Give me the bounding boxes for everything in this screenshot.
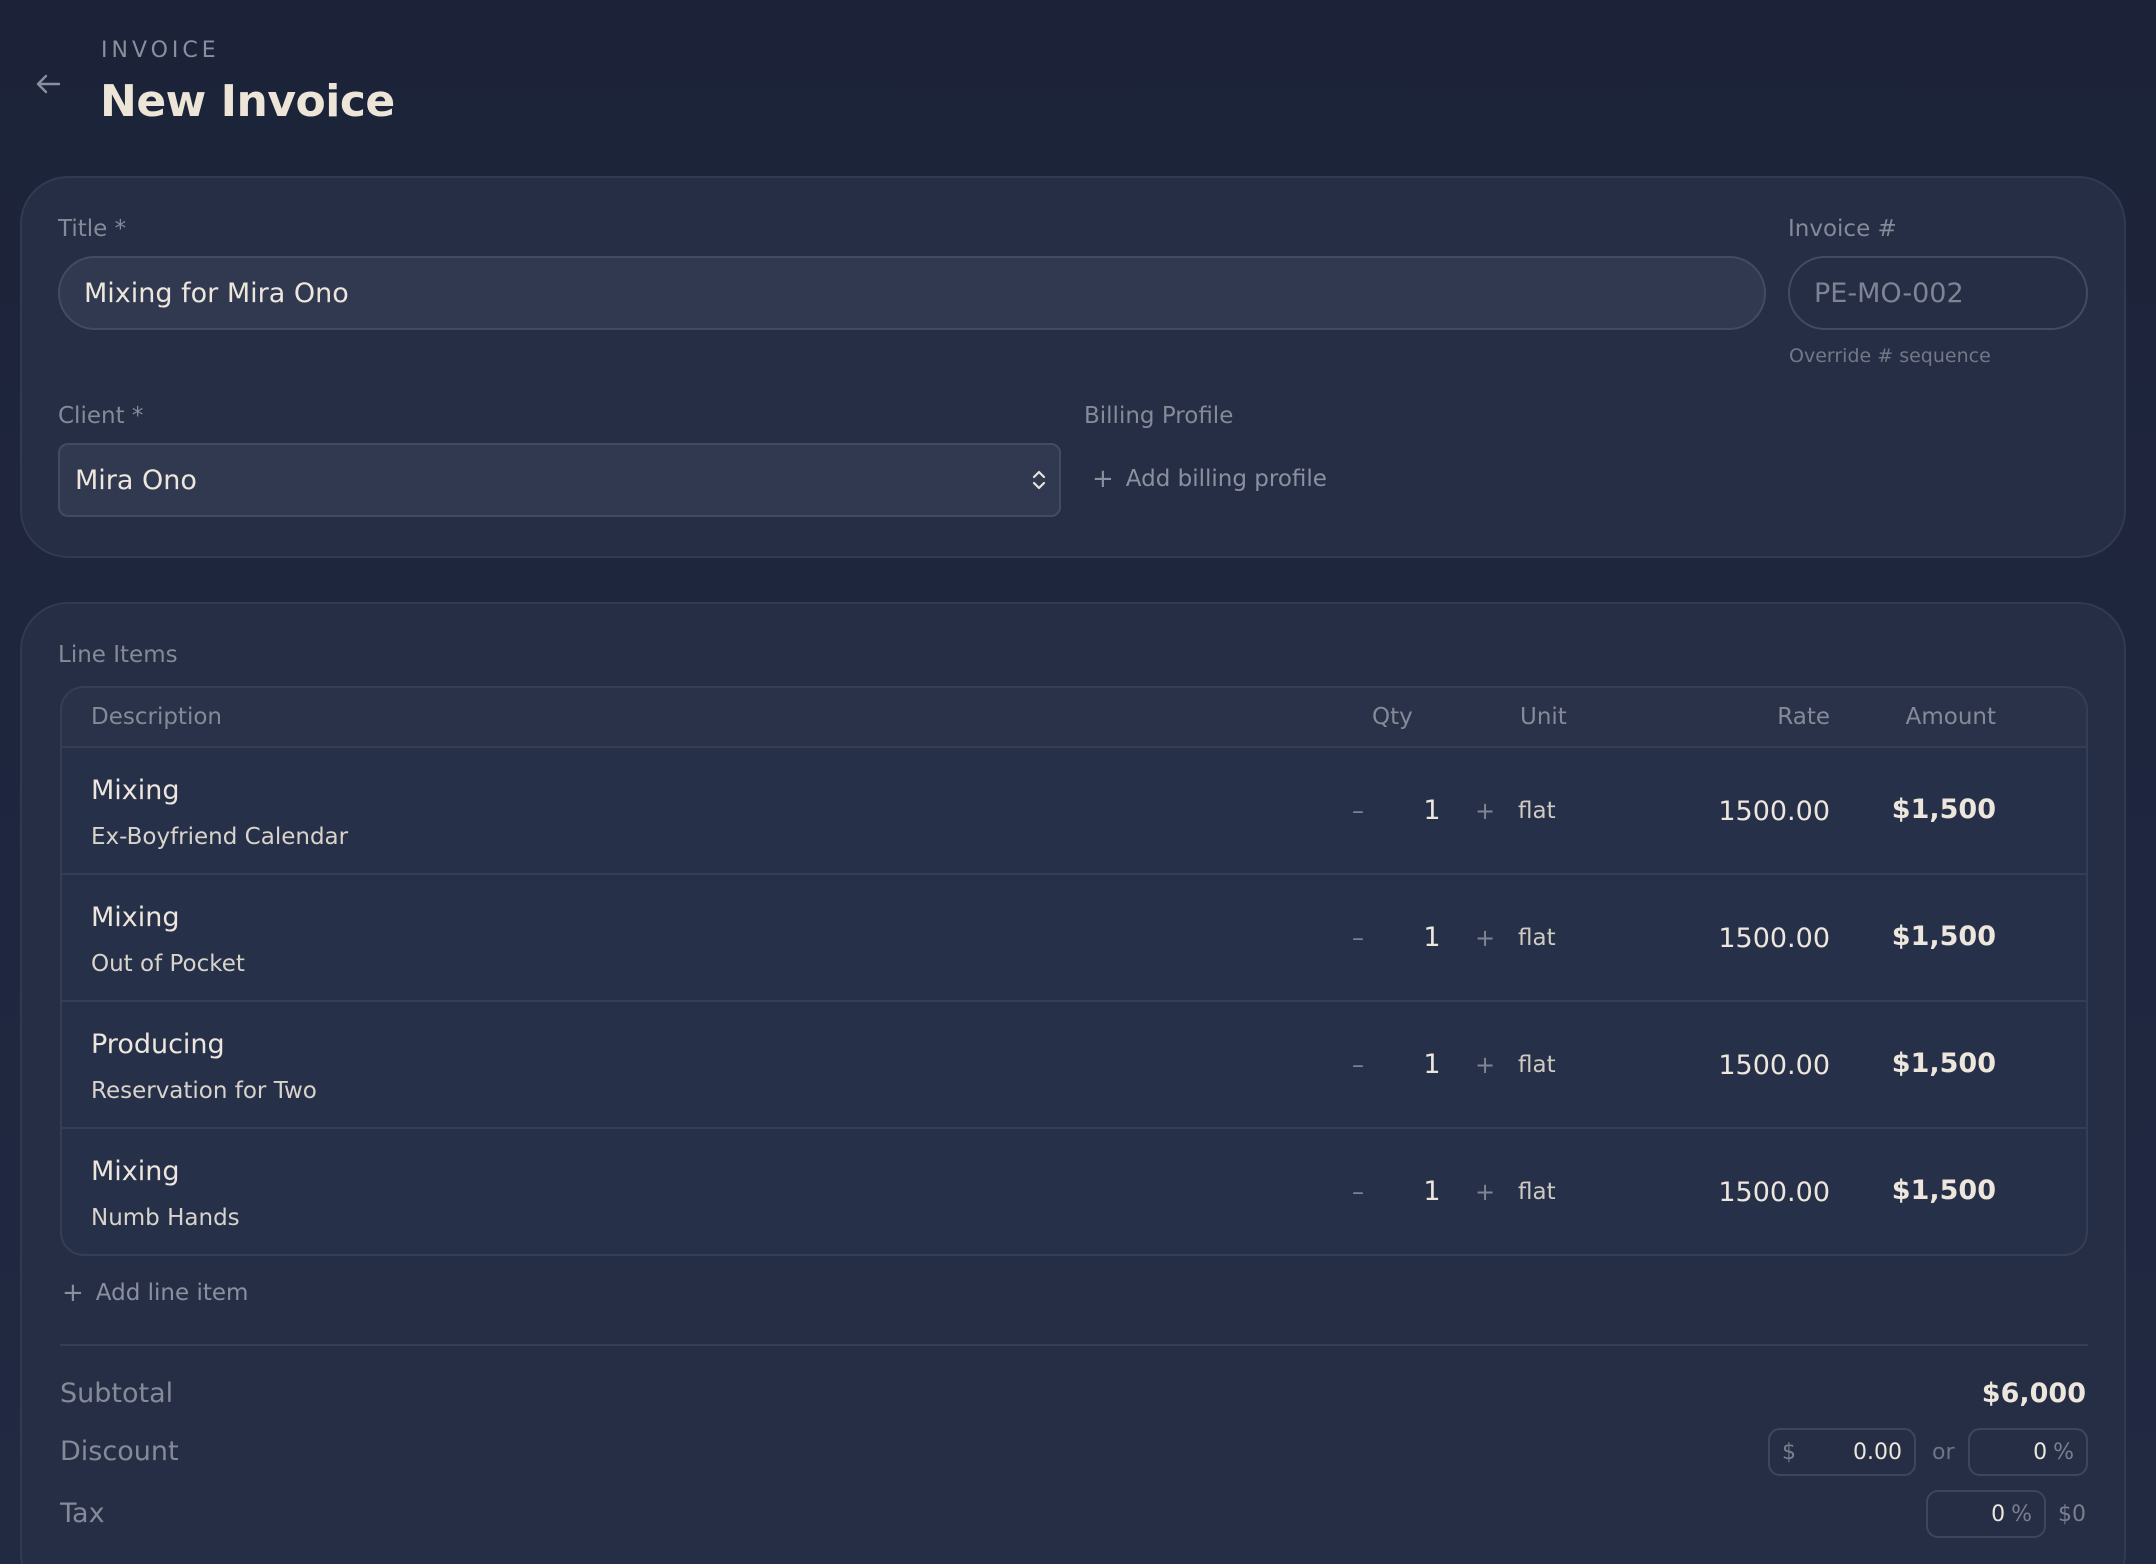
add-billing-profile-label: Add billing profile [1125,466,1327,492]
select-chevrons-icon [1032,470,1046,490]
table-row[interactable]: Mixing Numb Hands – 1 + flat 1500.00 $1,… [62,1129,2086,1254]
line-items-label: Line Items [58,642,178,668]
qty-decrement-button[interactable]: – [1345,1051,1371,1079]
item-service[interactable]: Mixing [91,902,180,933]
add-line-item-label: Add line item [95,1280,249,1306]
add-billing-profile-button[interactable]: + Add billing profile [1092,466,1327,492]
unit-value[interactable]: flat [1518,925,1556,951]
discount-amount-value: 0.00 [1853,1439,1902,1465]
title-input[interactable]: Mixing for Mira Ono [58,256,1766,330]
unit-value[interactable]: flat [1518,1179,1556,1205]
amount-value: $1,500 [1891,1175,1996,1206]
qty-decrement-button[interactable]: – [1345,797,1371,825]
unit-value[interactable]: flat [1518,1052,1556,1078]
tax-label: Tax [60,1498,105,1529]
discount-label: Discount [60,1436,179,1467]
back-button[interactable] [30,66,66,102]
add-line-item-button[interactable]: + Add line item [62,1280,248,1306]
column-unit: Unit [1520,704,1567,730]
subtotal-value: $6,000 [1981,1378,2086,1409]
client-label: Client * [58,403,144,429]
item-service[interactable]: Mixing [91,1156,180,1187]
item-service[interactable]: Mixing [91,775,180,806]
table-header: Description Qty Unit Rate Amount [62,688,2086,748]
invoice-number-label: Invoice # [1788,216,1897,242]
table-row[interactable]: Mixing Out of Pocket – 1 + flat 1500.00 … [62,875,2086,1002]
qty-value[interactable]: 1 [1412,1049,1452,1080]
rate-value[interactable]: 1500.00 [1718,1177,1830,1208]
plus-icon: + [1092,464,1114,494]
amount-value: $1,500 [1891,1048,1996,1079]
table-row[interactable]: Producing Reservation for Two – 1 + flat… [62,1002,2086,1129]
qty-decrement-button[interactable]: – [1345,1178,1371,1206]
client-value: Mira Ono [75,464,197,496]
item-song[interactable]: Reservation for Two [91,1078,317,1104]
unit-value[interactable]: flat [1518,798,1556,824]
invoice-details-card: Title * Mixing for Mira Ono Invoice # PE… [20,176,2126,558]
line-items-card: Line Items Description Qty Unit Rate Amo… [20,602,2126,1564]
qty-increment-button[interactable]: + [1472,797,1498,825]
column-rate: Rate [1777,704,1830,730]
invoice-number-hint: Override # sequence [1789,345,1991,367]
client-select[interactable]: Mira Ono [58,443,1061,517]
column-amount: Amount [1905,704,1996,730]
invoice-number-input[interactable]: PE-MO-002 [1788,256,2088,330]
qty-value[interactable]: 1 [1412,1176,1452,1207]
qty-value[interactable]: 1 [1412,795,1452,826]
discount-or-text: or [1932,1440,1955,1465]
discount-percent-value: 0 [2033,1439,2048,1465]
page-title: New Invoice [100,76,395,127]
item-song[interactable]: Out of Pocket [91,951,245,977]
item-song[interactable]: Numb Hands [91,1205,240,1231]
column-qty: Qty [1372,704,1413,730]
tax-percent-input[interactable]: 0 % [1926,1490,2046,1538]
title-label: Title * [58,216,127,242]
subtotal-label: Subtotal [60,1378,174,1409]
column-description: Description [91,704,222,730]
qty-increment-button[interactable]: + [1472,1051,1498,1079]
rate-value[interactable]: 1500.00 [1718,1050,1830,1081]
tax-amount: $0 [2058,1502,2086,1527]
discount-percent-input[interactable]: 0 % [1968,1428,2088,1476]
rate-value[interactable]: 1500.00 [1718,796,1830,827]
qty-value[interactable]: 1 [1412,922,1452,953]
item-service[interactable]: Producing [91,1029,225,1060]
qty-increment-button[interactable]: + [1472,1178,1498,1206]
line-items-table: Description Qty Unit Rate Amount Mixing … [60,686,2088,1256]
qty-increment-button[interactable]: + [1472,924,1498,952]
summary-divider [60,1344,2088,1346]
qty-decrement-button[interactable]: – [1345,924,1371,952]
percent-suffix: % [2053,1439,2074,1465]
title-value: Mixing for Mira Ono [84,277,349,309]
amount-value: $1,500 [1891,794,1996,825]
plus-icon: + [62,1278,84,1308]
page-eyebrow: INVOICE [101,38,220,63]
invoice-number-placeholder: PE-MO-002 [1814,277,1964,309]
invoice-page: INVOICE New Invoice Title * Mixing for M… [0,0,2156,1564]
currency-prefix: $ [1782,1439,1796,1465]
item-song[interactable]: Ex-Boyfriend Calendar [91,824,348,850]
amount-value: $1,500 [1891,921,1996,952]
rate-value[interactable]: 1500.00 [1718,923,1830,954]
discount-amount-input[interactable]: $ 0.00 [1768,1428,1916,1476]
billing-profile-label: Billing Profile [1084,403,1234,429]
arrow-left-icon [36,74,61,94]
table-row[interactable]: Mixing Ex-Boyfriend Calendar – 1 + flat … [62,748,2086,875]
percent-suffix: % [2011,1501,2032,1527]
tax-percent-value: 0 [1991,1501,2006,1527]
